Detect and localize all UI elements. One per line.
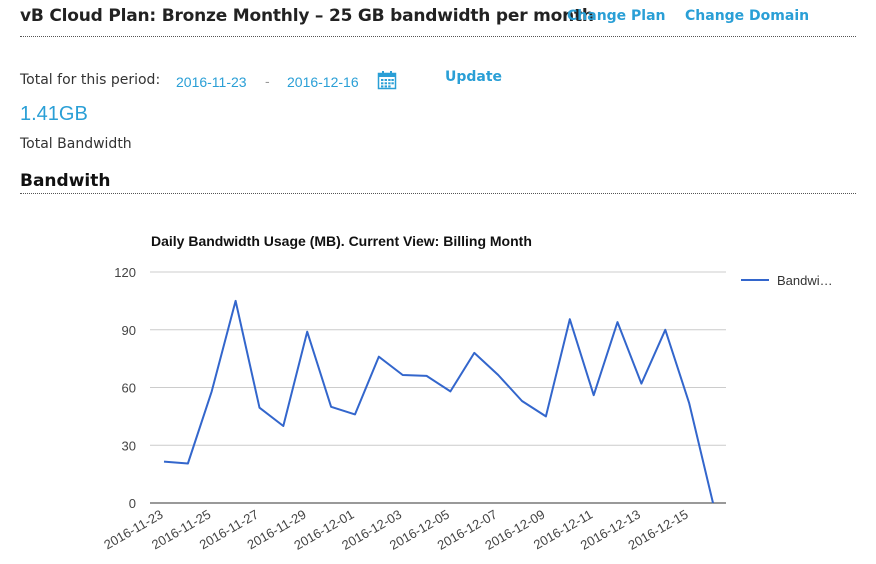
bandwidth-chart: Daily Bandwidth Usage (MB). Current View… (101, 233, 833, 553)
series-line (163, 299, 714, 504)
legend-label: Bandwi… (777, 273, 833, 288)
y-tick-label: 90 (122, 323, 136, 338)
y-tick-label: 120 (114, 265, 136, 280)
chart-title: Daily Bandwidth Usage (MB). Current View… (151, 233, 532, 249)
y-tick-label: 0 (129, 496, 136, 511)
y-tick-label: 30 (122, 438, 136, 453)
y-tick-label: 60 (122, 381, 136, 396)
